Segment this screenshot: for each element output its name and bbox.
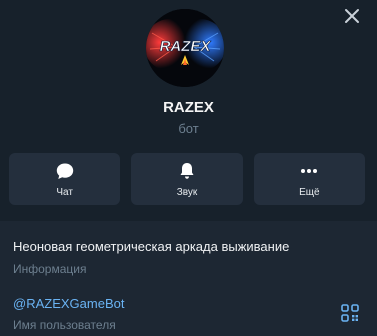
qr-code-icon[interactable] <box>341 304 359 322</box>
more-button[interactable]: Ещё <box>253 153 365 205</box>
username-caption: Имя пользователя <box>13 318 116 332</box>
sound-button[interactable]: Звук <box>131 153 243 205</box>
svg-text:RAZEX: RAZEX <box>160 38 212 55</box>
more-dots-icon <box>301 169 318 173</box>
profile-subtitle: бот <box>178 121 199 136</box>
razex-logo: RAZEX <box>146 9 224 87</box>
chat-button-label: Чат <box>56 187 73 198</box>
description-caption: Информация <box>13 262 87 276</box>
profile-name: RAZEX <box>163 99 214 116</box>
info-panel: Неоновая геометрическая аркада выживание… <box>0 221 377 336</box>
more-button-label: Ещё <box>299 187 320 198</box>
avatar[interactable]: RAZEX <box>146 9 224 87</box>
close-icon[interactable] <box>341 5 363 27</box>
username-link[interactable]: @RAZEXGameBot <box>13 296 124 311</box>
bell-icon <box>180 163 194 179</box>
bot-description: Неоновая геометрическая аркада выживание <box>13 239 290 254</box>
chat-bubble-icon <box>56 163 73 179</box>
sound-button-label: Звук <box>176 187 198 198</box>
action-buttons: Чат Звук Ещё <box>9 153 365 205</box>
chat-button[interactable]: Чат <box>9 153 121 205</box>
